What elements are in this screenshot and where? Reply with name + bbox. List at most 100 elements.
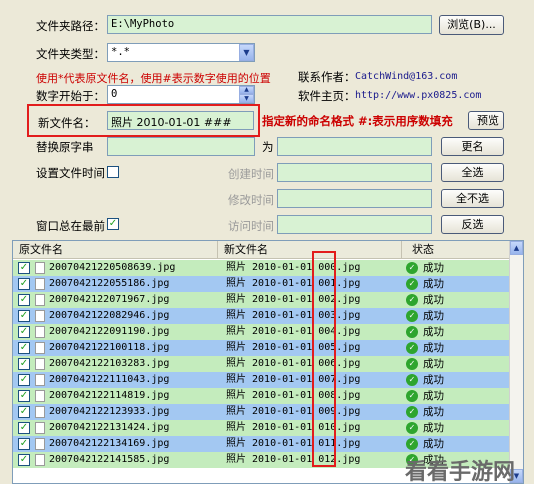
file-icon xyxy=(35,310,45,322)
table-row[interactable]: ✓ 2007042122131424.jpg 照片 2010-01-01 010.j… xyxy=(13,420,523,436)
file-icon xyxy=(35,438,45,450)
table-row[interactable]: ✓ 2007042122103283.jpg 照片 2010-01-01 006.j… xyxy=(13,356,523,372)
set-time-label: 设置文件时间 xyxy=(36,166,105,180)
original-filename: 2007042122082946.jpg xyxy=(49,310,170,321)
row-checkbox[interactable]: ✓ xyxy=(18,262,30,274)
replace-to-input[interactable] xyxy=(277,137,432,156)
row-checkbox[interactable]: ✓ xyxy=(18,326,30,338)
contact-author-email[interactable]: CatchWind@163.com xyxy=(355,71,457,82)
row-checkbox[interactable]: ✓ xyxy=(18,390,30,402)
status-text: 成功 xyxy=(423,342,444,354)
success-icon: ✓ xyxy=(406,438,418,450)
spin-down-icon[interactable]: ▼ xyxy=(239,94,254,103)
table-row[interactable]: ✓ 2007042122071967.jpg 照片 2010-01-01 002.j… xyxy=(13,292,523,308)
row-checkbox[interactable]: ✓ xyxy=(18,358,30,370)
folder-type-select[interactable]: *.* xyxy=(107,43,255,62)
original-filename: 20070421220508639.jpg xyxy=(49,262,176,273)
set-time-checkbox[interactable] xyxy=(107,166,119,178)
browse-button[interactable]: 浏览(B)... xyxy=(439,15,504,35)
modified-time-input[interactable] xyxy=(277,189,432,208)
success-icon: ✓ xyxy=(406,342,418,354)
row-checkbox[interactable]: ✓ xyxy=(18,294,30,306)
success-icon: ✓ xyxy=(406,390,418,402)
status-text: 成功 xyxy=(423,294,444,306)
table-row[interactable]: ✓ 2007042122082946.jpg 照片 2010-01-01 003.j… xyxy=(13,308,523,324)
original-filename: 2007042122103283.jpg xyxy=(49,358,170,369)
table-row[interactable]: ✓ 2007042122123933.jpg 照片 2010-01-01 009.j… xyxy=(13,404,523,420)
select-none-button[interactable]: 全不选 xyxy=(441,189,504,208)
number-start-input[interactable]: 0 xyxy=(107,85,255,104)
replace-to-label: 为 xyxy=(262,140,274,154)
table-row[interactable]: ✓ 2007042122114819.jpg 照片 2010-01-01 008.j… xyxy=(13,388,523,404)
table-row[interactable]: ✓ 2007042122111043.jpg 照片 2010-01-01 007.j… xyxy=(13,372,523,388)
new-filename: 照片 2010-01-01 012.jpg xyxy=(226,454,361,465)
contact-author-label: 联系作者： xyxy=(298,70,356,84)
contact-home-url[interactable]: http://www.px0825.com xyxy=(355,90,481,101)
success-icon: ✓ xyxy=(406,262,418,274)
success-icon: ✓ xyxy=(406,358,418,370)
always-on-top-checkbox[interactable]: ✓ xyxy=(107,218,119,230)
status-text: 成功 xyxy=(423,262,444,274)
file-icon xyxy=(35,342,45,354)
new-filename: 照片 2010-01-01 008.jpg xyxy=(226,390,361,401)
created-time-input[interactable] xyxy=(277,163,432,182)
original-filename: 2007042122141585.jpg xyxy=(49,454,170,465)
file-icon xyxy=(35,262,45,274)
status-text: 成功 xyxy=(423,310,444,322)
accessed-time-input[interactable] xyxy=(277,215,432,234)
new-name-highlight xyxy=(27,104,260,137)
status-text: 成功 xyxy=(423,358,444,370)
file-icon xyxy=(35,374,45,386)
original-filename: 2007042122134169.jpg xyxy=(49,438,170,449)
file-icon xyxy=(35,454,45,466)
column-header-original[interactable]: 原文件名 xyxy=(13,241,218,259)
row-checkbox[interactable]: ✓ xyxy=(18,422,30,434)
number-start-label: 数字开始于： xyxy=(36,89,105,103)
file-icon xyxy=(35,326,45,338)
table-row[interactable]: ✓ 2007042122055186.jpg 照片 2010-01-01 001.j… xyxy=(13,276,523,292)
success-icon: ✓ xyxy=(406,406,418,418)
original-filename: 2007042122055186.jpg xyxy=(49,278,170,289)
original-filename: 2007042122100118.jpg xyxy=(49,342,170,353)
wildcard-hint: 使用*代表原文件名，使用#表示数字使用的位置 xyxy=(36,72,271,85)
row-checkbox[interactable]: ✓ xyxy=(18,454,30,466)
table-row[interactable]: ✓ 2007042122091190.jpg 照片 2010-01-01 004.j… xyxy=(13,324,523,340)
new-filename: 照片 2010-01-01 001.jpg xyxy=(226,278,361,289)
folder-type-label: 文件夹类型： xyxy=(36,47,105,61)
invert-selection-button[interactable]: 反选 xyxy=(441,215,504,234)
row-checkbox[interactable]: ✓ xyxy=(18,278,30,290)
rename-button[interactable]: 更名 xyxy=(441,137,504,156)
table-row[interactable]: ✓ 2007042122100118.jpg 照片 2010-01-01 005.j… xyxy=(13,340,523,356)
select-all-button[interactable]: 全选 xyxy=(441,163,504,182)
new-filename: 照片 2010-01-01 003.jpg xyxy=(226,310,361,321)
file-icon xyxy=(35,422,45,434)
scroll-up-icon[interactable]: ▲ xyxy=(510,241,523,255)
success-icon: ✓ xyxy=(406,278,418,290)
row-checkbox[interactable]: ✓ xyxy=(18,406,30,418)
file-list[interactable]: 原文件名 新文件名 状态 ✓ 20070421220508639.jpg 照片 20… xyxy=(12,240,524,484)
new-filename: 照片 2010-01-01 005.jpg xyxy=(226,342,361,353)
replace-from-input[interactable] xyxy=(107,137,255,156)
new-filename: 照片 2010-01-01 007.jpg xyxy=(226,374,361,385)
new-filename: 照片 2010-01-01 006.jpg xyxy=(226,358,361,369)
new-filename: 照片 2010-01-01 009.jpg xyxy=(226,406,361,417)
chevron-down-icon[interactable]: ▼ xyxy=(239,44,254,61)
row-checkbox[interactable]: ✓ xyxy=(18,310,30,322)
spin-up-icon[interactable]: ▲ xyxy=(239,86,254,94)
column-header-status[interactable]: 状态 xyxy=(402,241,510,259)
file-icon xyxy=(35,278,45,290)
preview-button[interactable]: 预览 xyxy=(468,111,504,130)
row-checkbox[interactable]: ✓ xyxy=(18,438,30,450)
column-header-new[interactable]: 新文件名 xyxy=(218,241,402,259)
original-filename: 2007042122123933.jpg xyxy=(49,406,170,417)
list-scrollbar[interactable]: ▲ ▼ xyxy=(509,241,523,483)
folder-path-input[interactable]: E:\MyPhoto xyxy=(107,15,432,34)
status-text: 成功 xyxy=(423,278,444,290)
table-row[interactable]: ✓ 20070421220508639.jpg 照片 2010-01-01 000.… xyxy=(13,260,523,276)
original-filename: 2007042122111043.jpg xyxy=(49,374,170,385)
row-checkbox[interactable]: ✓ xyxy=(18,342,30,354)
table-row[interactable]: ✓ 2007042122134169.jpg 照片 2010-01-01 011.j… xyxy=(13,436,523,452)
row-checkbox[interactable]: ✓ xyxy=(18,374,30,386)
accessed-time-label: 访问时间 xyxy=(228,219,274,233)
folder-path-label: 文件夹路径： xyxy=(36,19,105,33)
